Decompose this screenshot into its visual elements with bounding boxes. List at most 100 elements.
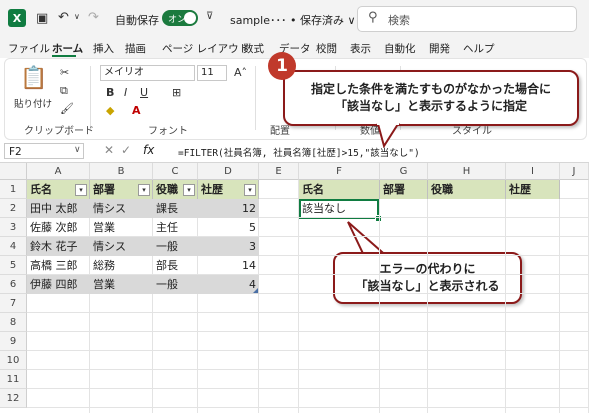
copy-icon[interactable]: ⧉: [60, 84, 68, 98]
column-header-d[interactable]: D: [198, 163, 259, 180]
paste-icon[interactable]: 📋: [20, 66, 47, 91]
table-cell[interactable]: 情シス: [90, 237, 153, 256]
row-header-11[interactable]: 11: [0, 370, 27, 389]
filter-dropdown-icon[interactable]: ▾: [138, 184, 150, 196]
table-resize-handle[interactable]: [253, 288, 258, 293]
toggle-knob: [184, 12, 196, 24]
tab-insert[interactable]: 挿入: [93, 41, 114, 56]
column-header-c[interactable]: C: [153, 163, 198, 180]
enter-icon[interactable]: ✓: [121, 143, 131, 157]
result-cell[interactable]: 該当なし: [299, 199, 380, 218]
table-cell[interactable]: 課長: [153, 199, 198, 218]
group-font: フォント: [148, 126, 188, 137]
row-header-7[interactable]: 7: [0, 294, 27, 313]
filter-dropdown-icon[interactable]: ▾: [183, 184, 195, 196]
tab-view[interactable]: 表示: [350, 41, 371, 56]
autosave-toggle[interactable]: オン: [162, 10, 198, 26]
table-header-label: 役職: [156, 183, 178, 196]
table-cell[interactable]: 営業: [90, 275, 153, 294]
column-header-b[interactable]: B: [90, 163, 153, 180]
underline-icon[interactable]: U: [140, 86, 148, 99]
tab-page-layout[interactable]: ページ レイアウト: [162, 41, 249, 56]
tab-help[interactable]: ヘルプ: [463, 41, 495, 56]
undo-icon[interactable]: ↶: [58, 10, 69, 25]
column-header-g[interactable]: G: [380, 163, 428, 180]
row-header-5[interactable]: 5: [0, 256, 27, 275]
column-header-j[interactable]: J: [560, 163, 589, 180]
table-cell[interactable]: 一般: [153, 237, 198, 256]
document-title[interactable]: sample･･･ • 保存済み ∨: [230, 12, 356, 28]
result-header-cell: 役職: [428, 180, 506, 199]
tab-draw[interactable]: 描画: [125, 41, 146, 56]
column-header-h[interactable]: H: [428, 163, 506, 180]
table-header-label: 社歴: [201, 183, 223, 196]
filter-dropdown-icon[interactable]: ▾: [244, 184, 256, 196]
row-header-9[interactable]: 9: [0, 332, 27, 351]
table-cell[interactable]: 一般: [153, 275, 198, 294]
grow-font-icon[interactable]: A˄: [234, 66, 247, 79]
italic-icon[interactable]: I: [124, 86, 127, 99]
table-cell[interactable]: 佐藤 次郎: [27, 218, 90, 237]
search-box[interactable]: ⚲ 検索: [357, 6, 577, 32]
filter-dropdown-icon[interactable]: ▾: [75, 184, 87, 196]
table-cell[interactable]: 12: [198, 199, 259, 218]
table-cell[interactable]: 営業: [90, 218, 153, 237]
redo-icon[interactable]: ↷: [88, 10, 99, 25]
font-name-select[interactable]: メイリオ: [100, 65, 195, 81]
table-cell[interactable]: 14: [198, 256, 259, 275]
cut-icon[interactable]: ✂: [60, 66, 69, 79]
table-cell[interactable]: 主任: [153, 218, 198, 237]
search-placeholder: 検索: [388, 14, 410, 27]
font-size-select[interactable]: 11: [197, 65, 227, 81]
tab-home[interactable]: ホーム: [52, 41, 83, 56]
cancel-icon[interactable]: ✕: [104, 143, 114, 157]
tab-developer[interactable]: 開発: [429, 41, 450, 56]
table-cell[interactable]: 4: [198, 275, 259, 294]
row-header-1[interactable]: 1: [0, 180, 27, 199]
result-header-cell: 社歴: [506, 180, 560, 199]
callout1-line2: 「該当なし」と表示するように指定: [334, 99, 527, 113]
ribbon-divider: [90, 66, 91, 130]
table-cell[interactable]: 5: [198, 218, 259, 237]
column-header-a[interactable]: A: [27, 163, 90, 180]
gridline: [27, 331, 589, 332]
column-header-e[interactable]: E: [259, 163, 299, 180]
select-all-corner[interactable]: [0, 163, 27, 180]
table-cell[interactable]: 部長: [153, 256, 198, 275]
table-cell[interactable]: 高橋 三郎: [27, 256, 90, 275]
insert-function-icon[interactable]: fx: [143, 143, 154, 157]
table-cell[interactable]: 総務: [90, 256, 153, 275]
table-header-label: 部署: [93, 183, 115, 196]
font-color-icon[interactable]: A: [132, 104, 141, 117]
tab-formulas[interactable]: 数式: [243, 41, 264, 56]
save-icon[interactable]: ▣: [36, 11, 48, 26]
callout1-line1: 指定した条件を満たすものがなかった場合に: [310, 82, 551, 96]
row-header-8[interactable]: 8: [0, 313, 27, 332]
table-cell[interactable]: 田中 太郎: [27, 199, 90, 218]
table-cell[interactable]: 情シス: [90, 199, 153, 218]
fill-color-icon[interactable]: ◆: [106, 104, 114, 117]
tab-automate[interactable]: 自動化: [384, 41, 416, 56]
column-header-i[interactable]: I: [506, 163, 560, 180]
tab-review[interactable]: 校閲: [316, 41, 337, 56]
column-header-f[interactable]: F: [299, 163, 380, 180]
table-cell[interactable]: 3: [198, 237, 259, 256]
row-header-2[interactable]: 2: [0, 199, 27, 218]
undo-dropdown-icon[interactable]: ∨: [74, 12, 80, 21]
format-painter-icon[interactable]: 🖌: [60, 102, 74, 115]
row-header-3[interactable]: 3: [0, 218, 27, 237]
row-header-4[interactable]: 4: [0, 237, 27, 256]
name-box[interactable]: F2: [4, 143, 84, 159]
row-header-6[interactable]: 6: [0, 275, 27, 294]
table-cell[interactable]: 鈴木 花子: [27, 237, 90, 256]
tab-file[interactable]: ファイル: [8, 41, 50, 56]
border-icon[interactable]: ⊞: [172, 86, 181, 99]
table-cell[interactable]: 伊藤 四郎: [27, 275, 90, 294]
paste-label[interactable]: 貼り付け: [14, 96, 52, 110]
step-badge: 1: [268, 52, 296, 80]
bold-icon[interactable]: B: [106, 86, 114, 99]
customize-qat-icon[interactable]: ⊽: [206, 11, 213, 22]
name-box-dropdown-icon[interactable]: ∨: [74, 145, 81, 155]
row-header-12[interactable]: 12: [0, 389, 27, 408]
row-header-10[interactable]: 10: [0, 351, 27, 370]
